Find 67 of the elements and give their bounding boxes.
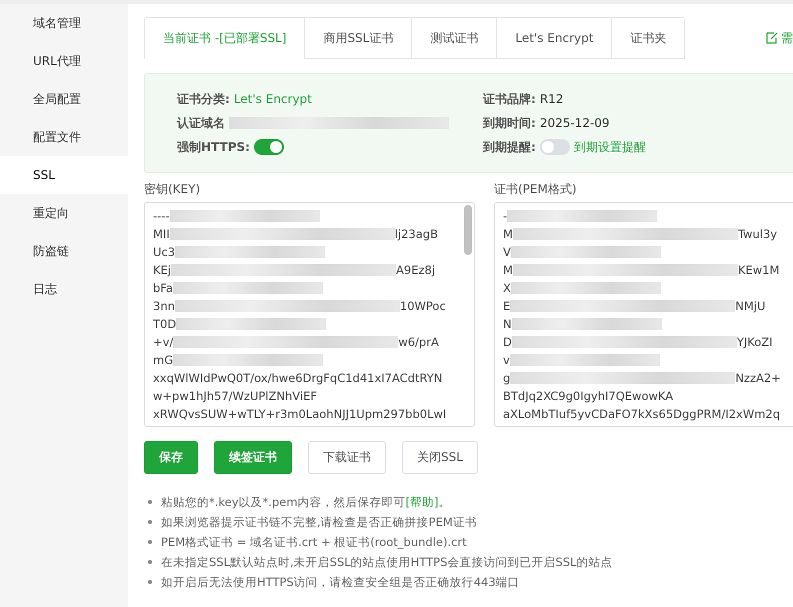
bullet-icon	[148, 520, 152, 524]
text-line: D	[503, 334, 512, 351]
text-line: N	[503, 316, 512, 333]
text-line: w6/prA	[398, 334, 439, 351]
text-line: Uc3	[153, 244, 176, 261]
text-line: KEj	[153, 262, 172, 279]
text-line: E	[503, 298, 510, 315]
field-label: 证书分类:	[177, 90, 230, 108]
note-text: 在未指定SSL默认站点时,未开启SSL的站点使用HTTPS会直接访问到已开启SSL的站点	[161, 554, 612, 570]
text-line: KEw1M	[738, 262, 780, 279]
text-line: X	[503, 280, 511, 297]
note-text: 粘贴您的*.key以及*.pem内容，然后保存即可[帮助]。	[161, 494, 451, 510]
text-line: aXLoMbTIuf5yvCDaFO7kXs65DggPRM/I2xWm2q	[503, 406, 780, 423]
text-line: ----	[153, 208, 170, 225]
field-label: 证书品牌:	[483, 90, 536, 108]
note-text: 如果浏览器提示证书链不完整,请检查是否正确拼接PEM证书	[161, 514, 477, 530]
button[interactable]: 关闭SSL	[402, 441, 478, 474]
text-line: M	[503, 262, 513, 279]
text-line: lj23agB	[394, 226, 438, 243]
bullet-icon	[148, 580, 152, 584]
text-line: M	[503, 226, 513, 243]
text-line: 3nn	[153, 298, 175, 315]
text-line: A9Ez8j	[396, 262, 436, 279]
text-line: MII	[153, 226, 170, 243]
field-label: 证书(PEM格式)	[494, 181, 578, 198]
text-line: NMjU	[735, 298, 766, 315]
text-line: mG	[153, 352, 174, 369]
text-line: YJKoZI	[736, 334, 773, 351]
text-area[interactable]: - M Twul3y V M KEw1M X E NMjU N D YJKoZI v g NzzA2+ BTdJq2XC9g0IgyhI7QEwowKA aXLoMbTIuf5yvCDaFO7kXs65DggPRM/I2xWm2q	[494, 202, 793, 427]
text-line: w+pw1hJh57/WzUPlZNhViEF	[153, 388, 317, 405]
text-line: BTdJq2XC9g0IgyhI7QEwowKA	[503, 388, 674, 405]
text-line: Twul3y	[738, 226, 778, 243]
text-line: V	[503, 244, 511, 261]
field-value: R12	[540, 92, 564, 106]
bullet-icon	[148, 560, 152, 564]
field-value: 2025-12-09	[540, 116, 610, 130]
text-area[interactable]: ---- MII lj23agB Uc3 KEj A9Ez8j bFa 3nn 10WPoc T0D +v/ w6/prA mG xxqWlWIdPwQ0T/ox/hwe6DrgFqC1d41xI7ACdtRYN w+pw1hJh57/WzUPlZNhViEF xRWQvsSUW+wTLY+r3m0LaohNJJ1Upm297bb0LwI	[144, 202, 475, 427]
bullet-icon	[148, 540, 152, 544]
text-line: v	[503, 352, 510, 369]
edit-icon	[766, 32, 778, 44]
tab[interactable]: 商用SSL证书	[304, 18, 412, 59]
text-line: xRWQvsSUW+wTLY+r3m0LaohNJJ1Upm297bb0LwI	[153, 406, 446, 423]
note-text: PEM格式证书 = 域名证书.crt + 根证书(root_bundle).crt	[161, 534, 467, 550]
scrollbar[interactable]	[464, 205, 472, 255]
note-text: 如开启后无法使用HTTPS访问，请检查安全组是否正确放行443端口	[161, 574, 520, 590]
text-line: xxqWlWIdPwQ0T/ox/hwe6DrgFqC1d41xI7ACdtRYN	[153, 370, 442, 387]
tab[interactable]: Let's Encrypt	[496, 18, 612, 59]
field-label: 到期时间:	[483, 114, 536, 132]
text-line: NzzA2+	[735, 370, 781, 387]
field-value: Let's Encrypt	[234, 92, 312, 106]
sidebar-item[interactable]: SSL	[0, 156, 128, 194]
text-line: T0D	[153, 316, 176, 333]
bullet-icon	[148, 500, 152, 504]
text-line: -	[503, 208, 508, 225]
text-line: g	[503, 370, 510, 387]
toggle-switch[interactable]	[540, 139, 570, 155]
field-label: 密钥(KEY)	[144, 181, 202, 198]
field-label: 强制HTTPS:	[177, 138, 250, 156]
text-line: 10WPoc	[400, 298, 446, 315]
toggle-switch[interactable]	[254, 139, 284, 155]
text-line: bFa	[153, 280, 173, 297]
tab[interactable]: 测试证书	[411, 18, 496, 59]
field-label: 认证域名	[177, 114, 225, 132]
text-line: +v/	[153, 334, 174, 351]
button[interactable]: 下载证书	[308, 441, 386, 474]
tab[interactable]: 证书夹	[611, 18, 684, 59]
field-label: 到期提醒:	[483, 138, 536, 156]
